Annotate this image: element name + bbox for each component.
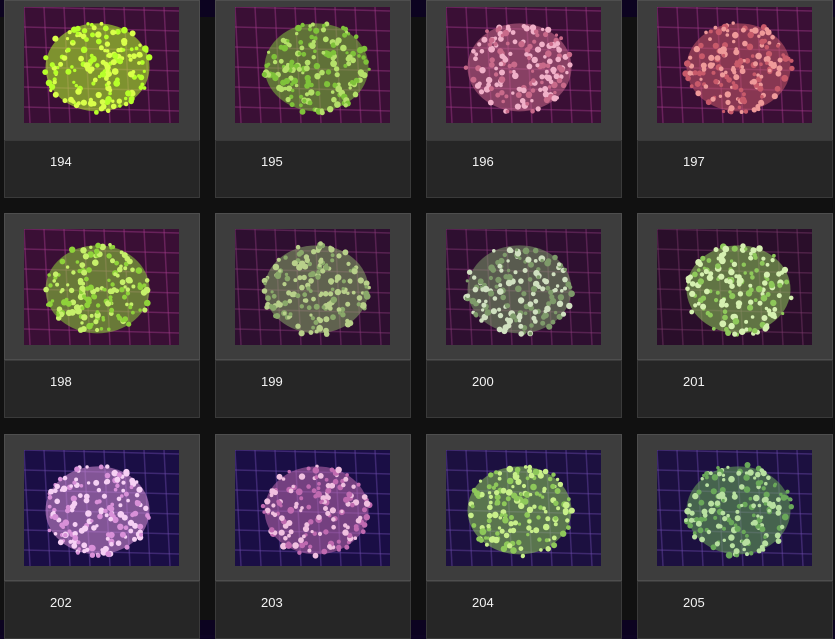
coral-photo-image [446,450,601,566]
coral-photo-image [446,7,601,123]
item-number: 197 [683,154,705,169]
thumbnail-frame[interactable] [637,434,833,581]
thumbnail-frame[interactable] [637,0,833,141]
thumbnail-frame[interactable] [426,434,622,581]
item-caption: 198 [4,360,200,418]
item-number: 200 [472,374,494,389]
thumbnail-frame[interactable] [215,213,411,360]
coral-photo[interactable] [446,7,601,123]
thumbnail-frame[interactable] [4,213,200,360]
item-caption: 205 [637,581,833,639]
coral-photo-image [235,450,390,566]
coral-photo-image [657,229,812,345]
thumbnail-frame[interactable] [215,434,411,581]
item-caption: 202 [4,581,200,639]
item-number: 201 [683,374,705,389]
item-number: 203 [261,595,283,610]
coral-photo-image [657,450,812,566]
thumbnail-frame[interactable] [426,213,622,360]
coral-photo-image [235,229,390,345]
coral-photo-image [24,229,179,345]
coral-photo[interactable] [24,450,179,566]
item-caption: 200 [426,360,622,418]
coral-photo[interactable] [24,7,179,123]
thumbnail-frame[interactable] [4,0,200,141]
thumbnail-frame[interactable] [4,434,200,581]
coral-photo-image [446,229,601,345]
coral-photo-image [657,7,812,123]
item-number: 199 [261,374,283,389]
coral-photo[interactable] [235,229,390,345]
item-caption: 195 [215,140,411,198]
coral-photo[interactable] [657,7,812,123]
coral-photo-image [24,7,179,123]
coral-photo-image [235,7,390,123]
item-number: 205 [683,595,705,610]
coral-photo[interactable] [446,450,601,566]
coral-photo[interactable] [657,229,812,345]
item-number: 194 [50,154,72,169]
item-caption: 194 [4,140,200,198]
item-caption: 197 [637,140,833,198]
thumbnail-frame[interactable] [426,0,622,141]
coral-photo-image [24,450,179,566]
coral-photo[interactable] [446,229,601,345]
item-caption: 204 [426,581,622,639]
item-number: 195 [261,154,283,169]
item-caption: 201 [637,360,833,418]
coral-photo[interactable] [235,7,390,123]
item-number: 196 [472,154,494,169]
coral-photo[interactable] [24,229,179,345]
item-number: 202 [50,595,72,610]
item-caption: 196 [426,140,622,198]
item-number: 204 [472,595,494,610]
item-number: 198 [50,374,72,389]
item-caption: 199 [215,360,411,418]
thumbnail-frame[interactable] [215,0,411,141]
item-caption: 203 [215,581,411,639]
coral-photo[interactable] [235,450,390,566]
thumbnail-frame[interactable] [637,213,833,360]
coral-photo[interactable] [657,450,812,566]
